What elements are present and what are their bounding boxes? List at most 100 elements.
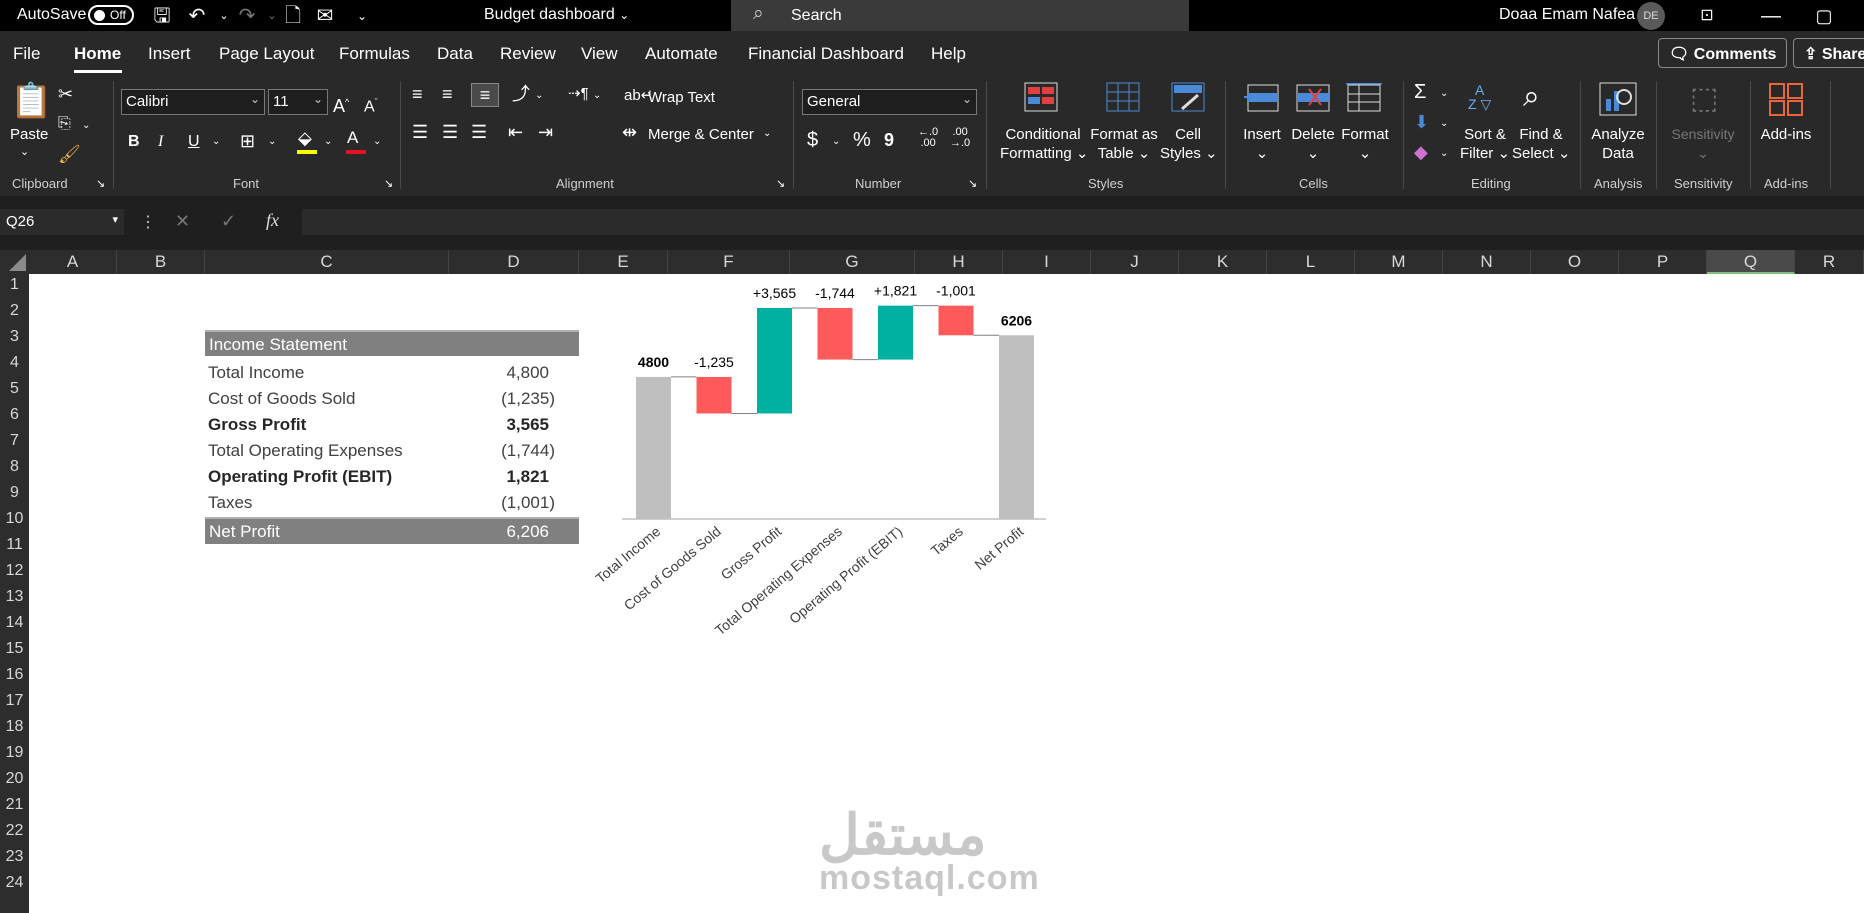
row-header[interactable]: 3	[0, 328, 29, 346]
row-header[interactable]: 23	[0, 848, 29, 866]
column-header-e[interactable]: E	[579, 250, 668, 274]
row-header[interactable]: 9	[0, 484, 29, 502]
select-all-corner[interactable]	[0, 250, 29, 274]
bold-button[interactable]: B	[128, 131, 140, 153]
tab-home[interactable]: Home	[74, 44, 121, 64]
find-select-button[interactable]: Find & Select ⌄	[1512, 125, 1570, 163]
merge-center-icon[interactable]: ⇹	[622, 121, 637, 143]
row-header[interactable]: 10	[0, 510, 29, 528]
delete-cells-button[interactable]: Delete ⌄	[1289, 125, 1337, 163]
row-header[interactable]: 24	[0, 874, 29, 892]
document-title[interactable]: Budget dashboard ⌄	[484, 6, 629, 24]
font-color-dropdown-icon[interactable]: ⌄	[373, 131, 381, 153]
merge-dropdown-icon[interactable]: ⌄	[763, 123, 771, 145]
copy-dropdown-icon[interactable]: ⌄	[82, 115, 90, 137]
format-as-table-button[interactable]: Format as Table ⌄	[1085, 125, 1163, 163]
format-as-table-icon[interactable]	[1105, 81, 1141, 113]
column-header-f[interactable]: F	[668, 250, 790, 274]
fill-color-icon[interactable]: ⬙	[298, 127, 312, 149]
column-header-a[interactable]: A	[29, 250, 117, 274]
align-left-icon[interactable]: ☰	[412, 121, 428, 143]
column-header-p[interactable]: P	[1619, 250, 1707, 274]
borders-icon[interactable]: ⊞	[240, 130, 255, 152]
row-header[interactable]: 16	[0, 666, 29, 684]
column-header-o[interactable]: O	[1531, 250, 1619, 274]
row-header[interactable]: 12	[0, 562, 29, 580]
name-box-dropdown-icon[interactable]: ▾	[112, 213, 118, 226]
share-button[interactable]: ⇪ Share	[1793, 38, 1864, 68]
paste-label[interactable]: Paste	[10, 125, 48, 144]
currency-button[interactable]: $	[807, 129, 818, 151]
sort-filter-icon[interactable]: AZ ▽	[1468, 83, 1491, 111]
save-icon[interactable]: 🖫	[148, 3, 176, 29]
email-icon[interactable]: ✉	[311, 3, 339, 29]
wrap-text-button[interactable]: Wrap Text	[648, 88, 715, 107]
number-launcher-icon[interactable]: ↘	[968, 173, 977, 195]
column-header-d[interactable]: D	[449, 250, 579, 274]
delete-cells-icon[interactable]	[1295, 83, 1331, 113]
row-header[interactable]: 21	[0, 796, 29, 814]
increase-decimal-icon[interactable]: ←.0.00	[918, 127, 938, 149]
fill-dropdown-icon[interactable]: ⌄	[324, 131, 332, 153]
align-top-icon[interactable]: ≡	[412, 83, 423, 105]
column-header-g[interactable]: G	[790, 250, 915, 274]
borders-dropdown-icon[interactable]: ⌄	[268, 131, 276, 153]
decrease-indent-icon[interactable]: ⇤	[508, 121, 523, 143]
italic-button[interactable]: I	[158, 131, 163, 153]
alignment-launcher-icon[interactable]: ↘	[776, 173, 785, 195]
font-launcher-icon[interactable]: ↘	[384, 173, 393, 195]
underline-button[interactable]: U	[188, 131, 200, 153]
font-color-icon[interactable]: A	[347, 127, 358, 149]
find-select-icon[interactable]: ⌕	[1523, 79, 1540, 115]
comma-style-button[interactable]: 9	[884, 129, 894, 151]
paste-icon[interactable]: 📋	[10, 81, 52, 121]
orientation-dropdown-icon[interactable]: ⌄	[535, 85, 543, 107]
row-header[interactable]: 6	[0, 406, 29, 424]
decrease-font-icon[interactable]: Aˇ	[364, 91, 378, 118]
sort-filter-button[interactable]: Sort & Filter ⌄	[1458, 125, 1512, 163]
conditional-formatting-button[interactable]: Conditional Formatting ⌄	[1000, 125, 1088, 163]
add-ins-button[interactable]: Add-ins	[1755, 125, 1817, 144]
analyze-data-button[interactable]: Analyze Data	[1588, 125, 1648, 163]
align-right-icon[interactable]: ☰	[471, 121, 487, 143]
cell-styles-button[interactable]: Cell Styles ⌄	[1160, 125, 1218, 163]
tab-data[interactable]: Data	[437, 44, 473, 64]
increase-font-icon[interactable]: A^	[333, 91, 349, 117]
column-header-q[interactable]: Q	[1707, 250, 1795, 274]
tab-formulas[interactable]: Formulas	[339, 44, 410, 64]
number-format-select[interactable]: General ⌄	[802, 89, 977, 115]
cell-styles-icon[interactable]	[1170, 81, 1206, 113]
column-header-h[interactable]: H	[915, 250, 1003, 274]
row-header[interactable]: 17	[0, 692, 29, 710]
insert-cells-button[interactable]: Insert ⌄	[1238, 125, 1286, 163]
avatar[interactable]: DE	[1637, 2, 1665, 30]
row-header[interactable]: 5	[0, 380, 29, 398]
increase-indent-icon[interactable]: ⇥	[538, 121, 553, 143]
currency-dropdown-icon[interactable]: ⌄	[832, 131, 840, 153]
orientation-icon[interactable]: ⤴	[512, 83, 530, 105]
fill-dropdown-icon[interactable]: ⌄	[1440, 113, 1448, 135]
tab-automate[interactable]: Automate	[645, 44, 718, 64]
tab-file[interactable]: File	[13, 44, 40, 64]
search-box[interactable]: ⌕ Search	[731, 0, 1189, 31]
align-bottom-icon[interactable]: ≡	[471, 83, 499, 107]
insert-function-icon[interactable]: fx	[266, 210, 279, 231]
insert-cells-icon[interactable]	[1244, 83, 1280, 113]
column-header-r[interactable]: R	[1795, 250, 1864, 274]
ribbon-display-icon[interactable]: ⊡	[1693, 3, 1721, 29]
autosave-toggle[interactable]: Off	[88, 5, 134, 25]
paste-dropdown-icon[interactable]: ⌄	[20, 143, 29, 162]
font-size-select[interactable]: 11 ⌄	[268, 89, 328, 115]
undo-icon[interactable]: ↶	[183, 3, 211, 29]
percent-button[interactable]: %	[853, 129, 871, 151]
copy-icon[interactable]: ⎘	[58, 113, 71, 135]
conditional-formatting-icon[interactable]	[1023, 81, 1059, 113]
analyze-data-icon[interactable]	[1598, 81, 1638, 117]
row-header[interactable]: 13	[0, 588, 29, 606]
tab-view[interactable]: View	[581, 44, 618, 64]
clipboard-launcher-icon[interactable]: ↘	[96, 173, 105, 195]
row-header[interactable]: 19	[0, 744, 29, 762]
more-options-icon[interactable]: ⋮	[140, 212, 156, 232]
clear-dropdown-icon[interactable]: ⌄	[1440, 143, 1448, 165]
text-direction-icon[interactable]: ⇢¶	[568, 83, 589, 105]
